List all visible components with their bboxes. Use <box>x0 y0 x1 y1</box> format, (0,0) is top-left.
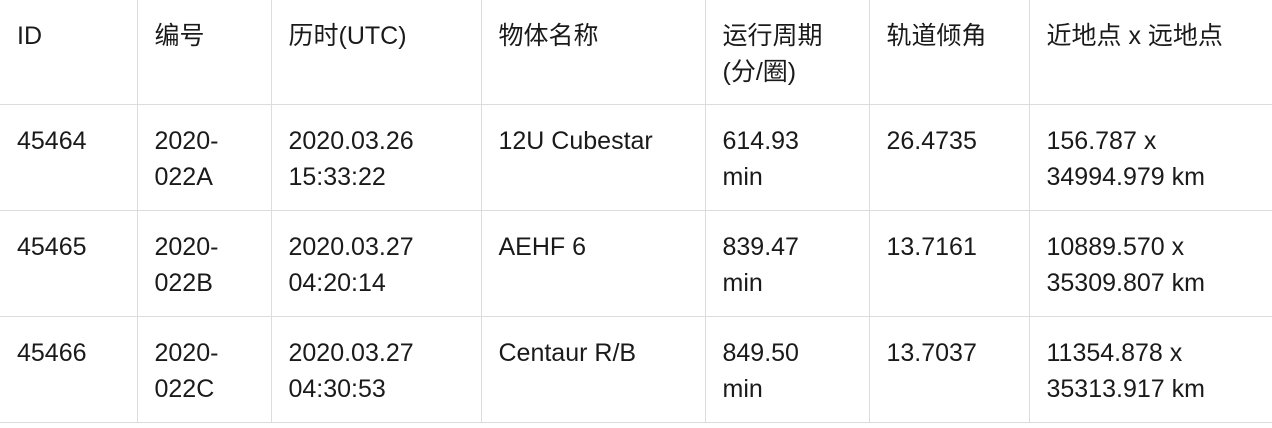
designation-part-2: 022C <box>154 374 215 403</box>
epoch-time: 04:20:14 <box>288 268 386 297</box>
cell-inclination: 13.7037 <box>869 316 1030 423</box>
header-epoch: 历时(UTC) <box>271 0 482 105</box>
epoch-date: 2020.03.27 <box>288 232 414 261</box>
cell-id: 45465 <box>0 210 138 317</box>
designation-part-1: 2020- <box>154 338 219 367</box>
table-row: 45464 2020- 022A 2020.03.26 15:33:22 12U… <box>0 104 1272 211</box>
perigee-value: 156.787 x <box>1046 126 1157 155</box>
period-unit: min <box>722 374 763 403</box>
satellite-table: ID 编号 历时(UTC) 物体名称 运行周期(分/圈) 轨道倾角 近地点 x … <box>0 0 1272 423</box>
designation-part-2: 022A <box>154 162 213 191</box>
header-designation: 编号 <box>137 0 272 105</box>
epoch-date: 2020.03.27 <box>288 338 414 367</box>
header-object-name: 物体名称 <box>481 0 706 105</box>
table-header: ID 编号 历时(UTC) 物体名称 运行周期(分/圈) 轨道倾角 近地点 x … <box>0 0 1272 105</box>
header-inclination: 轨道倾角 <box>869 0 1030 105</box>
header-row: ID 编号 历时(UTC) 物体名称 运行周期(分/圈) 轨道倾角 近地点 x … <box>0 0 1272 105</box>
header-period: 运行周期(分/圈) <box>705 0 870 105</box>
table-body: 45464 2020- 022A 2020.03.26 15:33:22 12U… <box>0 104 1272 423</box>
cell-object-name: Centaur R/B <box>481 316 706 423</box>
epoch-time: 15:33:22 <box>288 162 386 191</box>
cell-designation: 2020- 022A <box>137 104 272 211</box>
perigee-value: 11354.878 x <box>1046 338 1183 367</box>
apogee-value: 35313.917 km <box>1046 374 1205 403</box>
designation-part-1: 2020- <box>154 232 219 261</box>
period-unit: min <box>722 162 763 191</box>
cell-object-name: AEHF 6 <box>481 210 706 317</box>
cell-designation: 2020- 022C <box>137 316 272 423</box>
header-perigee-apogee: 近地点 x 远地点 <box>1029 0 1272 105</box>
cell-id: 45464 <box>0 104 138 211</box>
cell-epoch: 2020.03.27 04:30:53 <box>271 316 482 423</box>
cell-perigee-apogee: 156.787 x 34994.979 km <box>1029 104 1272 211</box>
cell-id: 45466 <box>0 316 138 423</box>
apogee-value: 34994.979 km <box>1046 162 1205 191</box>
cell-inclination: 13.7161 <box>869 210 1030 317</box>
cell-object-name: 12U Cubestar <box>481 104 706 211</box>
cell-perigee-apogee: 10889.570 x 35309.807 km <box>1029 210 1272 317</box>
period-unit: min <box>722 268 763 297</box>
cell-inclination: 26.4735 <box>869 104 1030 211</box>
header-id: ID <box>0 0 138 105</box>
cell-period: 849.50 min <box>705 316 870 423</box>
epoch-time: 04:30:53 <box>288 374 386 403</box>
period-value: 839.47 <box>722 232 799 261</box>
perigee-value: 10889.570 x <box>1046 232 1185 261</box>
cell-epoch: 2020.03.26 15:33:22 <box>271 104 482 211</box>
cell-period: 614.93 min <box>705 104 870 211</box>
period-value: 849.50 <box>722 338 799 367</box>
cell-period: 839.47 min <box>705 210 870 317</box>
epoch-date: 2020.03.26 <box>288 126 414 155</box>
cell-designation: 2020- 022B <box>137 210 272 317</box>
cell-epoch: 2020.03.27 04:20:14 <box>271 210 482 317</box>
table-row: 45465 2020- 022B 2020.03.27 04:20:14 AEH… <box>0 210 1272 317</box>
apogee-value: 35309.807 km <box>1046 268 1205 297</box>
cell-perigee-apogee: 11354.878 x 35313.917 km <box>1029 316 1272 423</box>
period-value: 614.93 <box>722 126 799 155</box>
designation-part-1: 2020- <box>154 126 219 155</box>
table-row: 45466 2020- 022C 2020.03.27 04:30:53 Cen… <box>0 316 1272 423</box>
designation-part-2: 022B <box>154 268 213 297</box>
